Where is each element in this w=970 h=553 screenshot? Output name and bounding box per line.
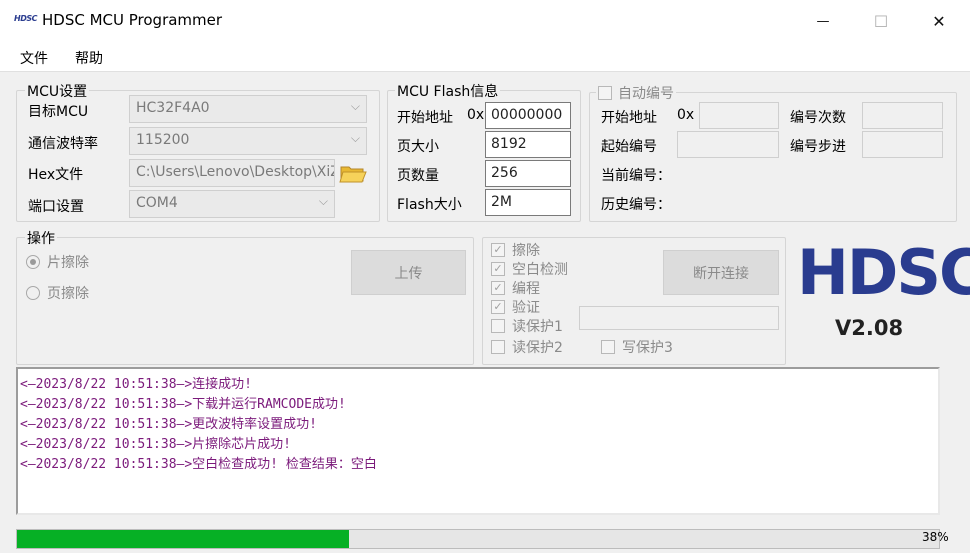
erase-checkbox[interactable]: ✓ [491, 243, 505, 257]
flash-size-label: Flash大小 [397, 197, 462, 213]
progress-percent: 38% [922, 530, 949, 544]
write-protect3-label: 写保护3 [622, 340, 673, 356]
port-value: COM4 [136, 195, 178, 211]
flash-size-field[interactable]: 2M [485, 189, 571, 216]
read-protect2-step[interactable]: 读保护2 [491, 337, 563, 357]
erase-label: 擦除 [512, 243, 540, 259]
baud-rate-label: 通信波特率 [28, 136, 98, 152]
current-number-label: 当前编号： [601, 168, 671, 184]
read-protect1-label: 读保护1 [512, 319, 563, 335]
verify-label: 验证 [512, 300, 540, 316]
chevron-down-icon: ⌵ [350, 131, 360, 145]
hex-file-path[interactable]: C:\Users\Lenovo\Desktop\XiZ [129, 159, 335, 187]
progress-fill [17, 530, 349, 548]
folder-icon [339, 166, 367, 183]
program-label: 编程 [512, 281, 540, 297]
window-title: HDSC MCU Programmer [42, 11, 223, 29]
operations-title: 操作 [25, 228, 57, 248]
erase-step[interactable]: ✓ 擦除 [491, 240, 540, 260]
number-count-field[interactable] [862, 102, 943, 129]
flash-start-addr-label: 开始地址 [397, 110, 453, 126]
write-protect3-checkbox[interactable] [601, 340, 615, 354]
target-mcu-value: HC32F4A0 [136, 100, 210, 116]
target-mcu-select[interactable]: HC32F4A0 ⌵ [129, 95, 367, 123]
close-button[interactable]: ✕ [911, 0, 967, 42]
open-folder-button[interactable] [339, 161, 367, 185]
baud-rate-value: 115200 [136, 132, 190, 148]
hex-file-value: C:\Users\Lenovo\Desktop\XiZ [136, 164, 335, 180]
page-count-label: 页数量 [397, 168, 439, 184]
verify-checkbox[interactable]: ✓ [491, 300, 505, 314]
log-line: <—2023/8/22 10:51:38—>空白检查成功! 检查结果：空白 [20, 457, 377, 472]
page-erase-radio[interactable] [26, 286, 40, 300]
start-number-label: 起始编号 [601, 139, 657, 155]
auto-hex-prefix: 0x [677, 107, 695, 123]
page-erase-label: 页擦除 [47, 286, 89, 302]
write-protect3-step[interactable]: 写保护3 [601, 337, 673, 357]
log-output[interactable]: <—2023/8/22 10:51:38—>连接成功! <—2023/8/22 … [16, 367, 940, 515]
log-line: <—2023/8/22 10:51:38—>连接成功! [20, 377, 253, 392]
app-icon: HDSC [14, 14, 37, 23]
target-mcu-label: 目标MCU [28, 104, 89, 120]
hdsc-logo: HDSC [797, 236, 970, 309]
blank-check-label: 空白检测 [512, 262, 568, 278]
read-protect2-checkbox[interactable] [491, 340, 505, 354]
chip-erase-radio[interactable] [26, 255, 40, 269]
auto-number-toggle[interactable]: 自动编号 [596, 83, 676, 103]
auto-number-checkbox[interactable] [598, 86, 612, 100]
flash-start-addr-field[interactable]: 00000000 [485, 102, 571, 129]
auto-number-label: 自动编号 [618, 86, 674, 102]
read-protect1-checkbox[interactable] [491, 319, 505, 333]
close-icon: ✕ [932, 11, 946, 31]
chip-erase-label: 片擦除 [47, 255, 89, 271]
auto-start-addr-field[interactable] [699, 102, 779, 129]
number-step-label: 编号步进 [790, 139, 846, 155]
program-step[interactable]: ✓ 编程 [491, 278, 540, 298]
start-number-field[interactable] [677, 131, 779, 158]
log-line: <—2023/8/22 10:51:38—>下载并运行RAMCODE成功! [20, 397, 346, 412]
minimize-button[interactable]: — [795, 0, 851, 42]
number-count-label: 编号次数 [790, 110, 846, 126]
port-select[interactable]: COM4 ⌵ [129, 190, 335, 218]
flash-info-title: MCU Flash信息 [395, 81, 501, 101]
number-step-field[interactable] [862, 131, 943, 158]
verify-step[interactable]: ✓ 验证 [491, 297, 540, 317]
hex-file-label: Hex文件 [28, 167, 84, 183]
page-erase-option[interactable]: 页擦除 [26, 283, 89, 303]
upload-button[interactable]: 上传 [351, 250, 466, 295]
auto-start-addr-label: 开始地址 [601, 110, 657, 126]
maximize-icon: ☐ [873, 11, 889, 31]
menu-help[interactable]: 帮助 [75, 48, 103, 68]
program-checkbox[interactable]: ✓ [491, 281, 505, 295]
title-bar: HDSC HDSC MCU Programmer — ☐ ✕ [0, 0, 970, 42]
read-protect-field[interactable] [579, 306, 779, 330]
blank-check-checkbox[interactable]: ✓ [491, 262, 505, 276]
chevron-down-icon: ⌵ [318, 194, 328, 208]
log-line: <—2023/8/22 10:51:38—>片擦除芯片成功! [20, 437, 292, 452]
read-protect1-step[interactable]: 读保护1 [491, 316, 563, 336]
minimize-icon: — [816, 13, 830, 29]
page-size-label: 页大小 [397, 139, 439, 155]
menu-bar: 文件 帮助 [0, 42, 970, 72]
read-protect2-label: 读保护2 [512, 340, 563, 356]
history-number-label: 历史编号： [601, 197, 671, 213]
page-size-field[interactable]: 8192 [485, 131, 571, 158]
maximize-button[interactable]: ☐ [853, 0, 909, 42]
version-label: V2.08 [835, 316, 904, 340]
mcu-settings-title: MCU设置 [25, 81, 90, 101]
chevron-down-icon: ⌵ [350, 99, 360, 113]
port-label: 端口设置 [28, 199, 84, 215]
progress-bar [16, 529, 940, 549]
disconnect-button[interactable]: 断开连接 [663, 250, 779, 295]
chip-erase-option[interactable]: 片擦除 [26, 252, 89, 272]
log-line: <—2023/8/22 10:51:38—>更改波特率设置成功! [20, 417, 318, 432]
baud-rate-select[interactable]: 115200 ⌵ [129, 127, 367, 155]
menu-file[interactable]: 文件 [20, 48, 48, 68]
blank-check-step[interactable]: ✓ 空白检测 [491, 259, 568, 279]
flash-hex-prefix: 0x [467, 107, 485, 123]
page-count-field[interactable]: 256 [485, 160, 571, 187]
